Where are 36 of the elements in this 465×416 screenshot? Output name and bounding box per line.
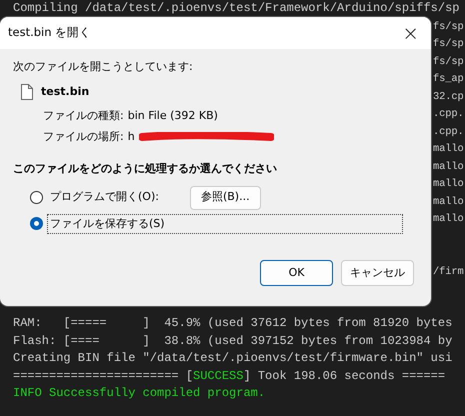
cancel-button[interactable]: キャンセル bbox=[341, 260, 414, 286]
terminal-line: ======================= [SUCCESS] Took 198.06 seconds ====== bbox=[13, 368, 446, 384]
terminal-text: /firm bbox=[433, 264, 464, 280]
terminal-text: mallo bbox=[433, 160, 464, 174]
terminal-text: mallo bbox=[433, 142, 464, 157]
intro-text: 次のファイルを開こうとしています: bbox=[13, 59, 194, 75]
detail-value: h bbox=[128, 128, 135, 144]
detail-label: ファイルの場所: bbox=[43, 128, 124, 144]
terminal-line: Compiling /data/test/.pioenvs/test/Framework/Arduino/spiffs/sp bbox=[13, 0, 460, 17]
radio-button[interactable] bbox=[30, 217, 43, 230]
option-label[interactable]: ファイルを保存する(S) bbox=[47, 214, 403, 234]
terminal-line: INFO Successfully compiled program. bbox=[13, 385, 266, 402]
terminal-text: 32.cp bbox=[433, 90, 464, 104]
terminal-text: fs/sp bbox=[433, 20, 464, 34]
file-icon bbox=[21, 84, 33, 100]
radio-button[interactable] bbox=[30, 191, 43, 204]
terminal-line: Flash: [==== ] 38.8% (used 397152 bytes from 1023984 by bbox=[13, 332, 454, 350]
detail-label: ファイルの種類: bbox=[43, 108, 124, 124]
question-text: このファイルをどのように処理するか選んでください bbox=[13, 161, 278, 177]
terminal-text: mallo bbox=[433, 212, 464, 227]
terminal-text: fs_ap bbox=[433, 72, 464, 87]
terminal-line: Creating BIN file "/data/test/.pioenvs/test/firmware.bin" usi bbox=[13, 350, 454, 367]
terminal-text: fs/sp bbox=[433, 37, 464, 52]
terminal-text: mallo bbox=[433, 194, 464, 210]
browse-button[interactable]: 参照(B)... bbox=[190, 186, 261, 210]
terminal-text: mallo bbox=[433, 177, 464, 192]
terminal-text: .cpp. bbox=[433, 124, 464, 140]
detail-value: bin File (392 KB) bbox=[128, 108, 218, 124]
terminal-line: RAM: [===== ] 45.9% (used 37612 bytes from 81920 bytes bbox=[13, 315, 454, 332]
ok-button[interactable]: OK bbox=[260, 260, 333, 286]
close-button[interactable]: × bbox=[398, 23, 423, 43]
dialog-title: test.bin を開く bbox=[8, 24, 92, 42]
terminal-text: fs/sp bbox=[433, 54, 464, 70]
terminal-text: .cpp. bbox=[433, 107, 464, 122]
option-label[interactable]: プログラムで開く(O): bbox=[47, 187, 162, 208]
file-name: test.bin bbox=[41, 84, 90, 100]
